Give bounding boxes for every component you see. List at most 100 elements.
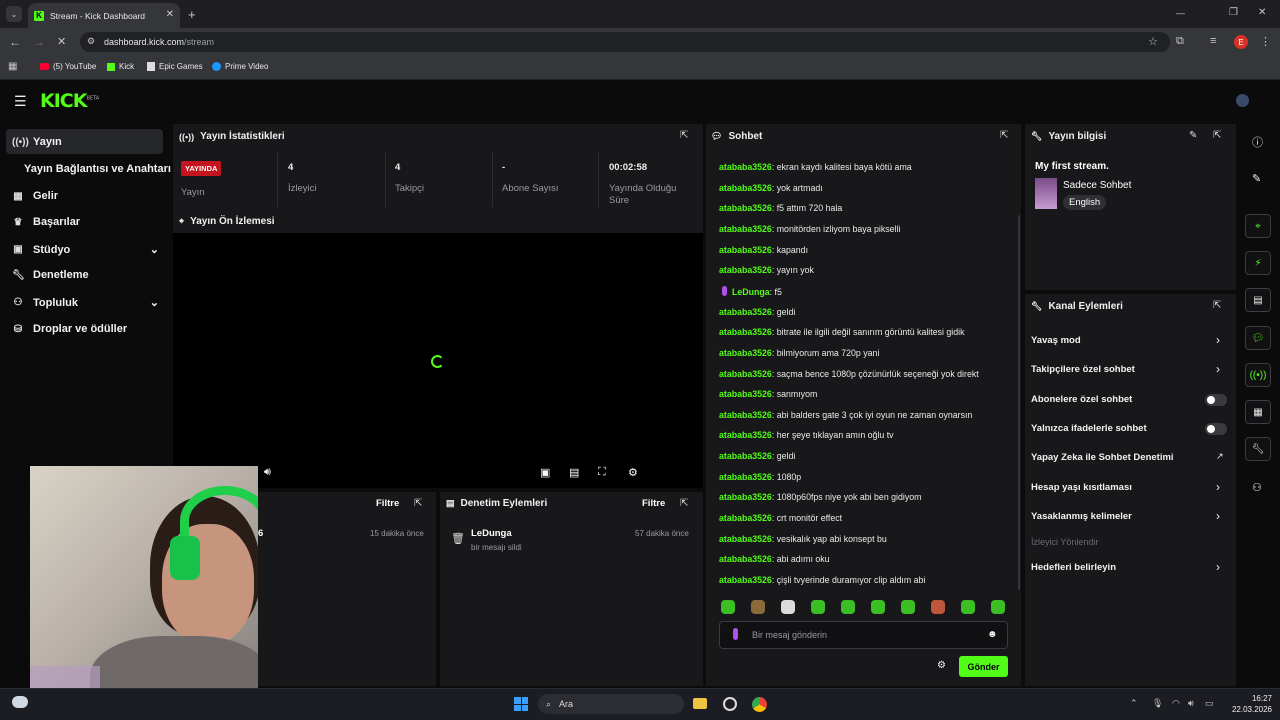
volume-icon[interactable]: 🔊︎ — [1188, 698, 1194, 709]
site-info-icon[interactable]: ⚙ — [87, 36, 95, 47]
volume-icon[interactable]: 🔊︎ — [264, 466, 271, 479]
sidebar-item-yayin[interactable]: ((•)) Yayın — [12, 136, 62, 148]
forward-icon[interactable]: → — [33, 35, 45, 49]
rail-lightning-icon[interactable]: ⚡︎ — [1245, 251, 1271, 275]
tab-search-icon[interactable]: ⌄ — [6, 6, 22, 22]
apps-grid-icon[interactable]: ▦ — [8, 61, 17, 72]
chat-username[interactable]: atababa3526 — [719, 554, 772, 564]
chat-username[interactable]: atababa3526 — [719, 307, 772, 317]
action-ai-moderation[interactable]: Yapay Zeka ile Sohbet Denetimi — [1031, 452, 1174, 463]
theater-icon[interactable]: ▤ — [569, 466, 579, 479]
rail-camera-icon[interactable]: ⌖ — [1245, 214, 1271, 238]
extensions-icon[interactable]: ⧉ — [1176, 35, 1184, 48]
taskbar-clock[interactable]: 16:27 22.03.2026 — [1228, 693, 1272, 715]
sidebar-item-basarilar[interactable]: ♛ Başarılar — [12, 216, 81, 228]
browser-menu-icon[interactable]: ⋮ — [1260, 35, 1271, 48]
send-button[interactable]: Gönder — [959, 656, 1008, 677]
edit-pencil-icon[interactable]: ✎ — [1252, 172, 1261, 185]
fullscreen-icon[interactable]: ⛶ — [598, 466, 606, 479]
emote-icon[interactable] — [751, 600, 765, 614]
info-icon[interactable]: ⓘ — [1252, 134, 1263, 150]
chat-username[interactable]: atababa3526 — [719, 513, 772, 523]
emotes-only-toggle[interactable] — [1205, 423, 1227, 435]
bookmark-youtube[interactable]: (5) YouTube — [40, 62, 96, 71]
file-explorer-icon[interactable] — [693, 698, 707, 709]
sidebar-item-gelir[interactable]: ▦ Gelir — [12, 190, 58, 202]
windows-start-icon[interactable] — [514, 697, 528, 711]
reload-icon[interactable]: ✕ — [57, 35, 66, 48]
browser-tab[interactable]: K Stream - Kick Dashboard ✕ — [28, 3, 180, 28]
chat-username[interactable]: atababa3526 — [719, 451, 772, 461]
address-bar[interactable]: ⚙ dashboard.kick.com/stream ☆ — [80, 32, 1170, 52]
emote-icon[interactable] — [931, 600, 945, 614]
sidebar-item-studyo[interactable]: ▣ Stüdyo ⌄ — [12, 243, 159, 257]
chat-username[interactable]: atababa3526 — [719, 162, 772, 172]
battery-icon[interactable]: ▭ — [1205, 698, 1214, 709]
chat-username[interactable]: atababa3526 — [719, 183, 772, 193]
rail-chat-icon[interactable]: 💬︎ — [1245, 326, 1271, 350]
sidebar-item-topluluk[interactable]: ⚇ Topluluk ⌄ — [12, 296, 159, 310]
emote-icon[interactable] — [811, 600, 825, 614]
stream-category[interactable]: Sadece Sohbet — [1063, 180, 1131, 191]
external-link-icon[interactable]: ↗ — [1216, 451, 1224, 462]
kick-logo[interactable]: KICKBETA — [40, 90, 99, 112]
chat-username[interactable]: atababa3526 — [719, 410, 772, 420]
action-set-goals[interactable]: Hedefleri belirleyin — [1031, 562, 1116, 573]
wifi-icon[interactable]: ◠ — [1172, 698, 1180, 709]
new-tab-icon[interactable]: + — [188, 7, 196, 22]
action-banned-words[interactable]: Yasaklanmış kelimeler — [1031, 511, 1132, 522]
chevron-right-icon[interactable]: › — [1216, 362, 1220, 376]
user-avatar[interactable] — [1236, 94, 1249, 107]
emoji-picker-icon[interactable]: ☻ — [987, 629, 998, 640]
rail-document-icon[interactable]: ▤ — [1245, 288, 1271, 312]
chat-username[interactable]: atababa3526 — [719, 203, 772, 213]
back-icon[interactable]: ← — [9, 35, 21, 49]
edit-pencil-icon[interactable]: ✎ — [1189, 130, 1197, 141]
weather-widget-icon[interactable] — [12, 696, 28, 708]
chat-scrollbar[interactable] — [1018, 215, 1020, 590]
chat-username[interactable]: atababa3526 — [719, 389, 772, 399]
maximize-icon[interactable]: ❐ — [1229, 7, 1238, 18]
popout-icon[interactable]: ⇱ — [1213, 300, 1221, 311]
chat-input-placeholder[interactable]: Bir mesaj gönderin — [752, 630, 827, 640]
action-account-age[interactable]: Hesap yaşı kısıtlaması — [1031, 482, 1132, 493]
chevron-right-icon[interactable]: › — [1216, 333, 1220, 347]
action-emotes-only[interactable]: Yalnızca ifadelerle sohbet — [1031, 423, 1147, 434]
pip-icon[interactable]: ▣ — [540, 466, 550, 479]
reading-list-icon[interactable]: ≡ — [1210, 35, 1216, 47]
chat-username[interactable]: atababa3526 — [719, 534, 772, 544]
emote-icon[interactable] — [901, 600, 915, 614]
chevron-right-icon[interactable]: › — [1216, 509, 1220, 523]
profile-avatar[interactable]: E — [1234, 35, 1248, 49]
subscribers-only-toggle[interactable] — [1205, 394, 1227, 406]
emote-icon[interactable] — [961, 600, 975, 614]
rail-broadcast-icon[interactable]: ((•)) — [1245, 363, 1271, 387]
chat-username[interactable]: atababa3526 — [719, 430, 772, 440]
microphone-icon[interactable]: 🎙︎ — [1152, 698, 1163, 709]
moderation-user[interactable]: LeDunga — [471, 528, 512, 539]
chevron-right-icon[interactable]: › — [1216, 560, 1220, 574]
chat-username[interactable]: atababa3526 — [719, 472, 772, 482]
chat-username[interactable]: atababa3526 — [719, 369, 772, 379]
minimize-icon[interactable]: — — [1176, 8, 1185, 18]
rail-stats-icon[interactable]: ▦ — [1245, 400, 1271, 424]
emote-icon[interactable] — [871, 600, 885, 614]
taskbar-app-icon[interactable] — [723, 697, 737, 711]
taskbar-search[interactable]: ⌕ Ara — [538, 694, 684, 714]
settings-gear-icon[interactable]: ⚙ — [628, 466, 638, 479]
popout-icon[interactable]: ⇱ — [680, 130, 688, 141]
action-followers-only[interactable]: Takipçilere özel sohbet — [1031, 364, 1135, 375]
action-subscribers-only[interactable]: Abonelere özel sohbet — [1031, 394, 1132, 405]
chat-username[interactable]: LeDunga — [732, 287, 770, 297]
bookmark-star-icon[interactable]: ☆ — [1148, 35, 1158, 48]
sidebar-item-denetleme[interactable]: 🔧︎ Denetleme — [12, 269, 89, 281]
chat-username[interactable]: atababa3526 — [719, 492, 772, 502]
emote-icon[interactable] — [841, 600, 855, 614]
chat-username[interactable]: atababa3526 — [719, 575, 772, 585]
hamburger-menu-icon[interactable]: ☰ — [14, 93, 27, 110]
action-slow-mode[interactable]: Yavaş mod — [1031, 335, 1081, 346]
sidebar-item-droplar[interactable]: ⛁ Droplar ve ödüller — [12, 323, 127, 335]
tab-close-icon[interactable]: ✕ — [166, 9, 174, 20]
popout-icon[interactable]: ⇱ — [414, 498, 422, 509]
moderation-filter-button[interactable]: Filtre — [642, 498, 665, 509]
